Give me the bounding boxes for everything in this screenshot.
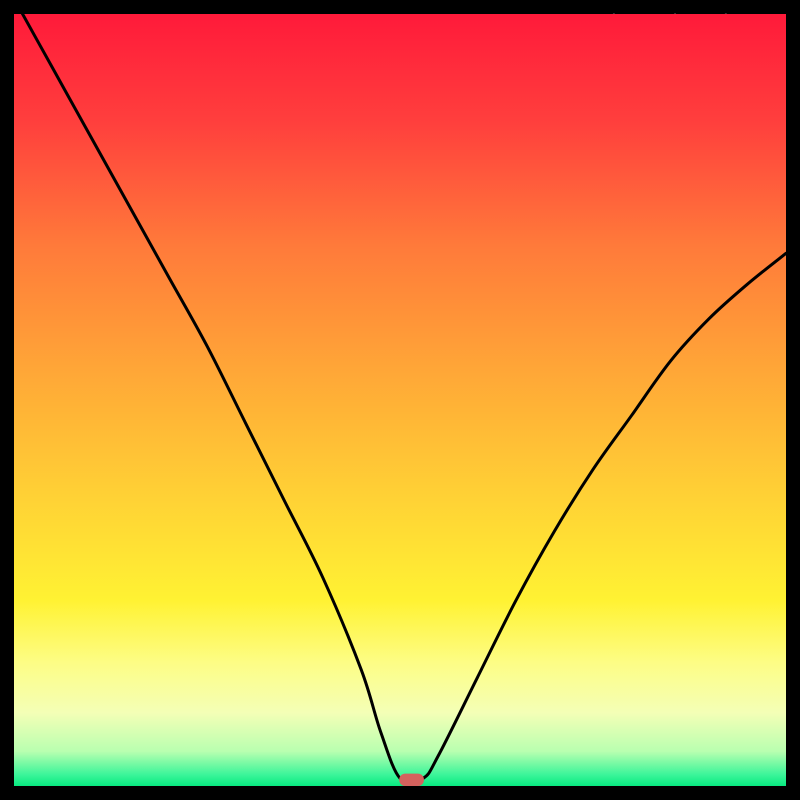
- bottleneck-chart: [14, 14, 786, 786]
- gradient-background: [14, 14, 786, 786]
- optimal-marker: [399, 774, 424, 786]
- chart-frame: TheBottleneck.com: [14, 14, 786, 786]
